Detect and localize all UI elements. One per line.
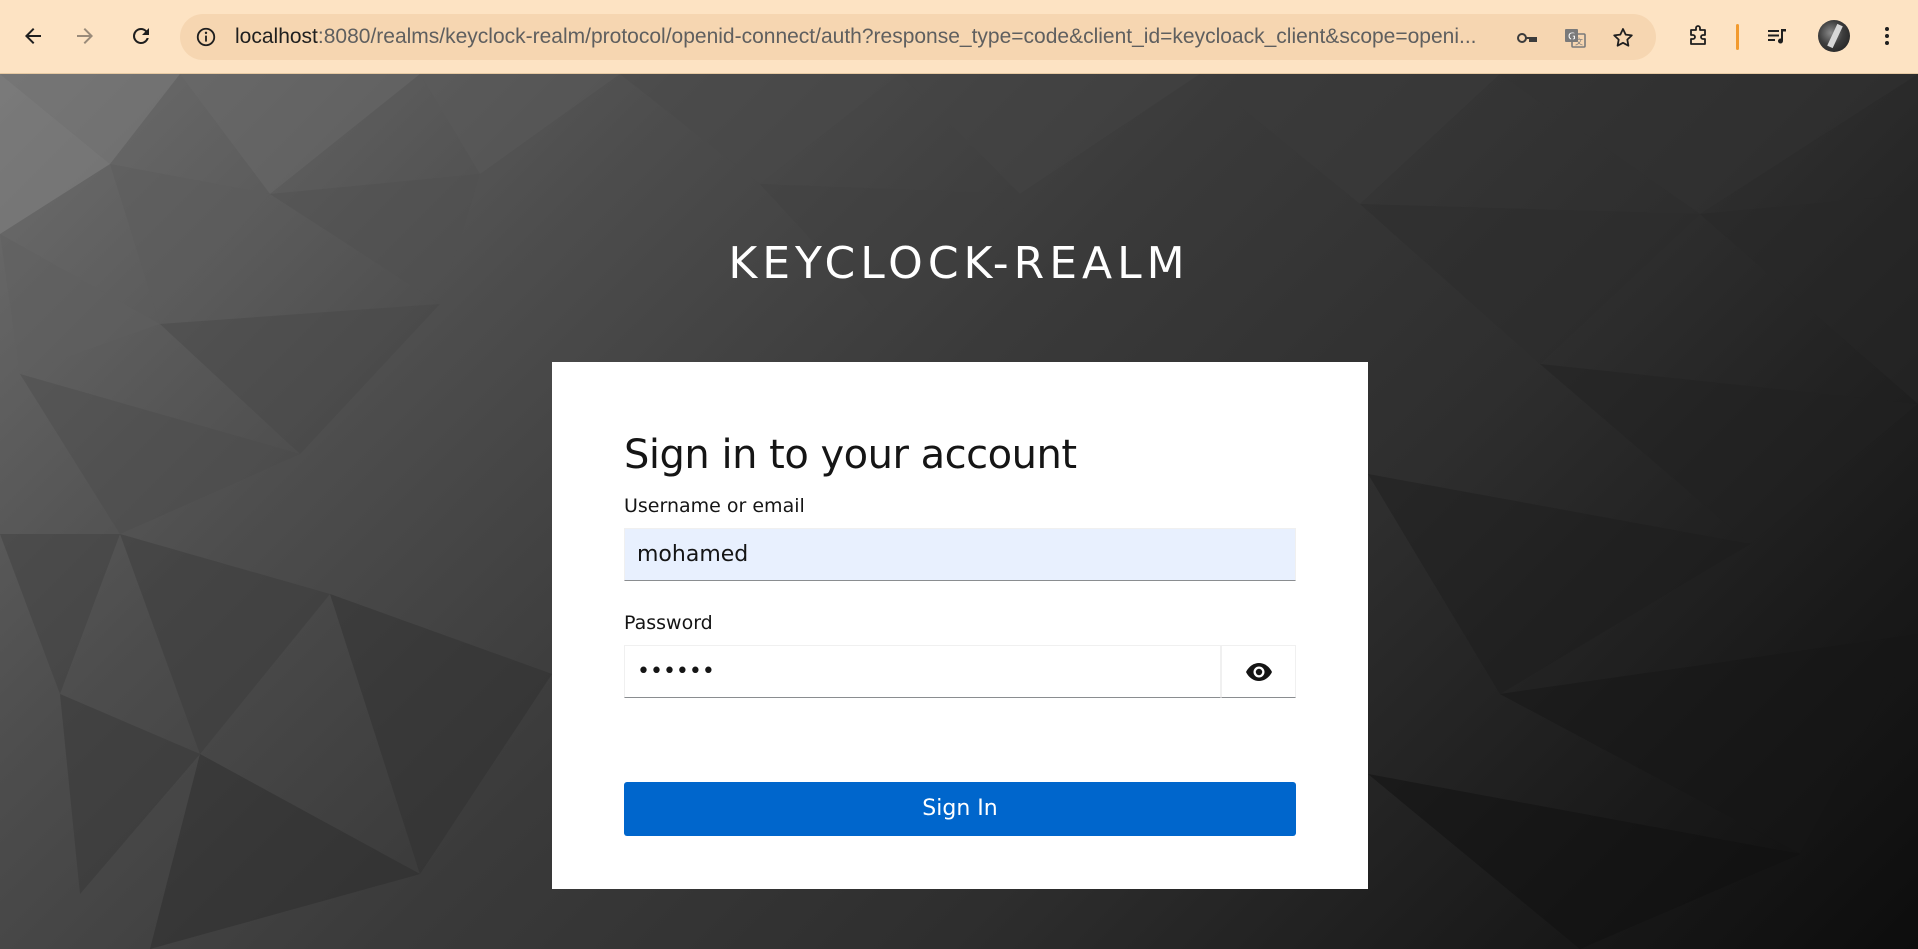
- reload-button[interactable]: [122, 17, 160, 55]
- sign-in-button[interactable]: Sign In: [624, 782, 1296, 836]
- url-host: localhost: [235, 25, 318, 48]
- realm-title: KEYCLOCK-REALM: [728, 238, 1190, 289]
- back-icon: [25, 28, 41, 44]
- username-label: Username or email: [624, 495, 805, 517]
- url-path: :8080/realms/keyclock-realm/protocol/ope…: [317, 25, 1477, 48]
- forward-icon: [77, 28, 93, 44]
- extensions-button[interactable]: [1680, 17, 1718, 55]
- login-page: KEYCLOCK-REALM Sign in to your account U…: [0, 74, 1918, 949]
- svg-text:文: 文: [1575, 37, 1583, 47]
- translate-icon[interactable]: G文: [1562, 25, 1588, 51]
- reload-icon: [133, 27, 149, 44]
- login-card: Sign in to your account Username or emai…: [552, 362, 1368, 889]
- profile-avatar[interactable]: [1818, 20, 1850, 52]
- toolbar-divider: [1736, 24, 1739, 50]
- password-field[interactable]: ••••••: [624, 645, 1221, 698]
- username-field[interactable]: mohamed: [624, 528, 1296, 581]
- eye-icon: [1245, 662, 1272, 681]
- more-menu-icon: [1885, 27, 1889, 45]
- media-control-icon: [1768, 29, 1786, 44]
- page-heading: Sign in to your account: [624, 432, 1077, 478]
- extensions-icon: [1690, 25, 1706, 45]
- address-bar[interactable]: localhost:8080/realms/keyclock-realm/pro…: [180, 14, 1656, 60]
- media-control-button[interactable]: [1758, 17, 1796, 55]
- more-menu-button[interactable]: [1868, 17, 1906, 55]
- url-text[interactable]: localhost:8080/realms/keyclock-realm/pro…: [235, 14, 1495, 60]
- password-key-icon[interactable]: [1514, 25, 1540, 51]
- site-info-icon[interactable]: [194, 25, 218, 49]
- forward-button[interactable]: [66, 17, 104, 55]
- back-button[interactable]: [14, 17, 52, 55]
- browser-toolbar: localhost:8080/realms/keyclock-realm/pro…: [0, 0, 1918, 74]
- password-label: Password: [624, 612, 713, 634]
- show-password-button[interactable]: [1221, 645, 1296, 698]
- bookmark-star-icon[interactable]: [1610, 25, 1636, 51]
